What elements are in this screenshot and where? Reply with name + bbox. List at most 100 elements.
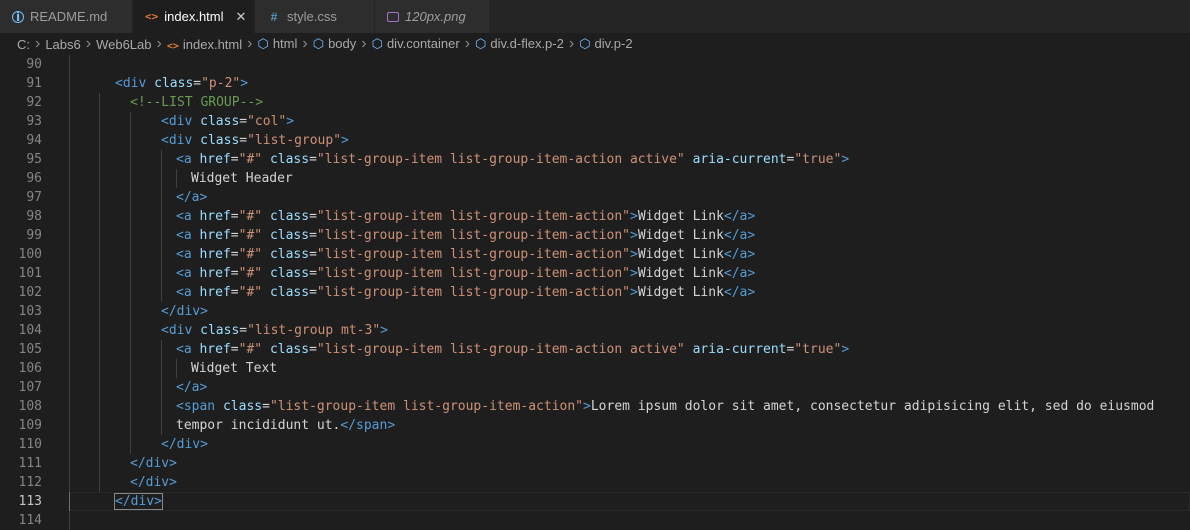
token-str: "true": [794, 152, 842, 167]
line-number: 90: [26, 57, 42, 72]
token-attr: class: [269, 266, 310, 281]
token-txt: Widget Header: [191, 171, 293, 186]
token-eq: =: [309, 228, 317, 243]
code-line[interactable]: 109 tempor incididunt ut.</span>: [0, 416, 1190, 435]
token-eq: =: [262, 399, 270, 414]
code-line[interactable]: 104 <div class="list-group mt-3">: [0, 321, 1190, 340]
indent-guide: [69, 416, 70, 435]
code-line[interactable]: 98 <a href="#" class="list-group-item lis…: [0, 207, 1190, 226]
tab-label: style.css: [287, 9, 337, 24]
breadcrumb-item[interactable]: Labs6: [45, 37, 80, 52]
token-eq: =: [230, 342, 239, 357]
breadcrumb-item[interactable]: Web6Lab: [96, 37, 151, 52]
indent-guide: [161, 169, 162, 188]
token-eq: =: [309, 247, 317, 262]
element-icon: ⬡: [579, 36, 591, 51]
indent-guide: [130, 226, 131, 245]
token-attr: class: [269, 247, 310, 262]
breadcrumb-item[interactable]: ⬡ div.container: [372, 36, 460, 52]
breadcrumb-item[interactable]: ⬡ body: [313, 36, 357, 52]
indent-guide: [99, 93, 100, 112]
code-text: Widget Text: [191, 359, 277, 378]
code-editor[interactable]: 90 91 <div class="p-2"> 92 <!--LIST GROUP-->…: [0, 55, 1190, 530]
code-line[interactable]: 90: [0, 55, 1190, 74]
line-number: 93: [26, 114, 42, 129]
indent-guide: [130, 264, 131, 283]
code-line[interactable]: 92 <!--LIST GROUP-->: [0, 93, 1190, 112]
close-icon[interactable]: ✕: [236, 10, 247, 23]
code-text: </a>: [176, 378, 207, 397]
code-text: <div class="list-group">: [161, 131, 349, 150]
token-tag: <div: [161, 133, 201, 148]
code-line[interactable]: 103 </div>: [0, 302, 1190, 321]
tab-120px-png[interactable]: 120px.png: [375, 0, 490, 33]
breadcrumb-item[interactable]: <> index.html: [167, 37, 242, 52]
indent-guide: [161, 397, 162, 416]
token-eq: =: [239, 133, 248, 148]
line-number: 100: [18, 247, 42, 262]
code-text: </div>: [114, 492, 163, 511]
code-line[interactable]: 113 </div>: [0, 492, 1190, 511]
indent-guide: [161, 207, 162, 226]
code-line[interactable]: 100 <a href="#" class="list-group-item li…: [0, 245, 1190, 264]
indent-guide: [130, 416, 131, 435]
token-tag: </div>: [114, 493, 163, 510]
token-tag: <a: [176, 285, 200, 300]
token-txt: Widget Link: [637, 266, 724, 281]
indent-guide: [69, 378, 70, 397]
token-str: "#": [238, 342, 263, 357]
code-line[interactable]: 106 Widget Text: [0, 359, 1190, 378]
token-tag: >: [380, 323, 388, 338]
code-line[interactable]: 110 </div>: [0, 435, 1190, 454]
code-line[interactable]: 114: [0, 511, 1190, 530]
info-icon: i: [12, 10, 24, 23]
code-line[interactable]: 95 <a href="#" class="list-group-item lis…: [0, 150, 1190, 169]
code-line[interactable]: 111 </div>: [0, 454, 1190, 473]
indent-guide: [130, 378, 131, 397]
token-tag: </span>: [340, 418, 396, 433]
indent-guide: [69, 169, 70, 188]
token-tag: <a: [176, 209, 200, 224]
code-line[interactable]: 91 <div class="p-2">: [0, 74, 1190, 93]
token-tag: </a>: [723, 209, 756, 224]
code-line[interactable]: 112 </div>: [0, 473, 1190, 492]
line-number: 110: [18, 437, 42, 452]
tab-index-html[interactable]: <> index.html ✕: [133, 0, 255, 33]
token-attr: class: [200, 114, 240, 129]
tab-style-css[interactable]: # style.css: [255, 0, 375, 33]
code-line[interactable]: 101 <a href="#" class="list-group-item li…: [0, 264, 1190, 283]
code-line[interactable]: 97 </a>: [0, 188, 1190, 207]
code-line[interactable]: 96 Widget Header: [0, 169, 1190, 188]
token-tag: </a>: [176, 380, 208, 395]
breadcrumb-item[interactable]: C:: [17, 37, 30, 52]
token-attr: class: [154, 76, 194, 91]
tab-label: 120px.png: [405, 9, 466, 24]
breadcrumb-label: body: [328, 36, 357, 51]
token-eq: =: [230, 152, 239, 167]
code-line[interactable]: 105 <a href="#" class="list-group-item li…: [0, 340, 1190, 359]
token-str: "p-2": [201, 76, 241, 91]
code-line[interactable]: 102 <a href="#" class="list-group-item li…: [0, 283, 1190, 302]
token-tag: </a>: [176, 190, 208, 205]
code-line[interactable]: 93 <div class="col">: [0, 112, 1190, 131]
code-line[interactable]: 107 </a>: [0, 378, 1190, 397]
indent-guide: [99, 321, 100, 340]
code-line[interactable]: 99 <a href="#" class="list-group-item lis…: [0, 226, 1190, 245]
line-number: 113: [18, 494, 42, 509]
code-line[interactable]: 108 <span class="list-group-item list-gro…: [0, 397, 1190, 416]
token-eq: =: [309, 266, 317, 281]
indent-guide: [176, 359, 177, 378]
chevron-right-icon: ›: [464, 35, 471, 52]
breadcrumb-item[interactable]: ⬡ html: [257, 36, 297, 52]
token-str: "list-group-item list-group-item-action": [316, 285, 630, 300]
code-line[interactable]: 94 <div class="list-group">: [0, 131, 1190, 150]
line-number: 97: [26, 190, 42, 205]
token-tag: </a>: [723, 228, 756, 243]
breadcrumb-item[interactable]: ⬡ div.p-2: [579, 36, 632, 52]
breadcrumb-item[interactable]: ⬡ div.d-flex.p-2: [475, 36, 564, 52]
indent-guide: [161, 226, 162, 245]
token-tag: <a: [176, 247, 200, 262]
tab-readme-md[interactable]: i README.md: [0, 0, 133, 33]
indent-guide: [130, 131, 131, 150]
